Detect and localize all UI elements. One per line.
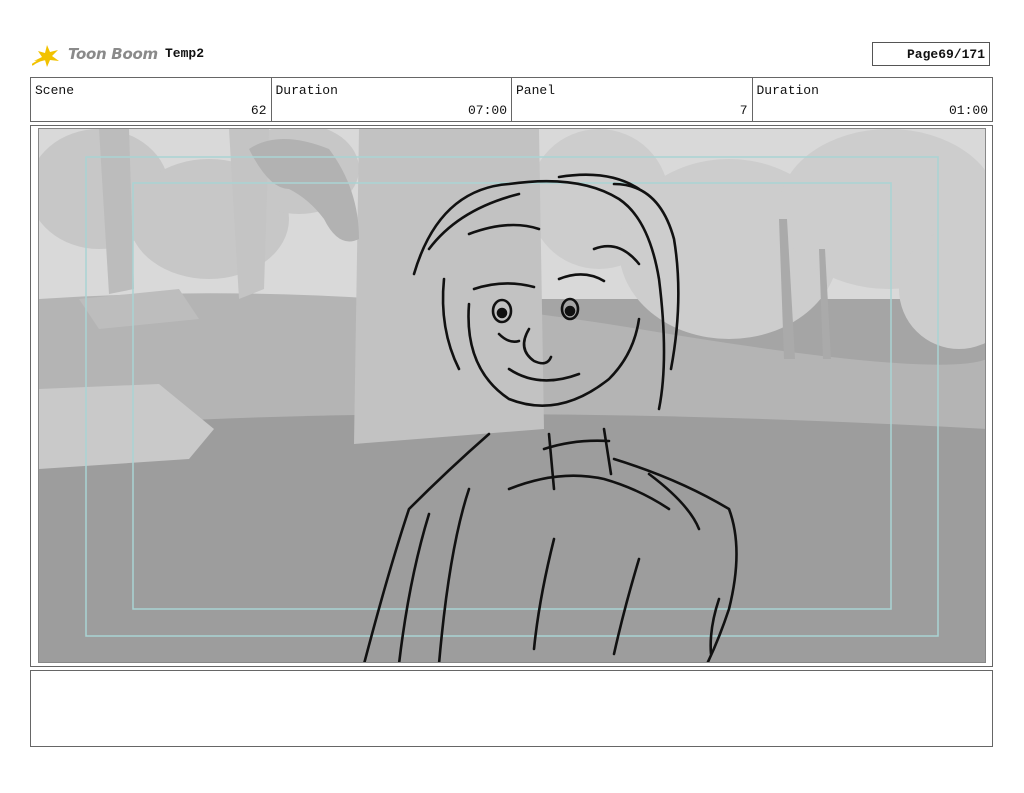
scene-value: 62 [250,103,267,118]
panel-duration-value: 01:00 [948,103,988,118]
storyboard-panel-image [38,128,986,663]
panel-label: Panel [516,83,556,98]
page-indicator: Page 69/171 [872,42,990,66]
page-label: Page [906,46,939,62]
panel-drawing [39,129,985,662]
scene-label: Scene [35,83,75,98]
panel-notes-box [30,670,993,747]
logo-text: Toon Boom [68,45,158,63]
panel-info-row: Scene 62 Duration 07:00 Panel 7 Duration… [30,77,993,122]
toon-boom-logo: Toon Boom [32,38,158,70]
panel-value: 7 [739,103,748,118]
scene-duration-value: 07:00 [467,103,507,118]
scene-duration-cell: Duration 07:00 [272,78,512,121]
scene-cell: Scene 62 [31,78,272,121]
panel-cell: Panel 7 [512,78,753,121]
project-title: Temp2 [165,46,205,61]
scene-duration-label: Duration [275,83,338,98]
panel-duration-cell: Duration 01:00 [753,78,993,121]
page-number: 69/171 [938,46,985,62]
panel-duration-label: Duration [756,83,819,98]
toon-boom-star-icon [32,45,59,67]
